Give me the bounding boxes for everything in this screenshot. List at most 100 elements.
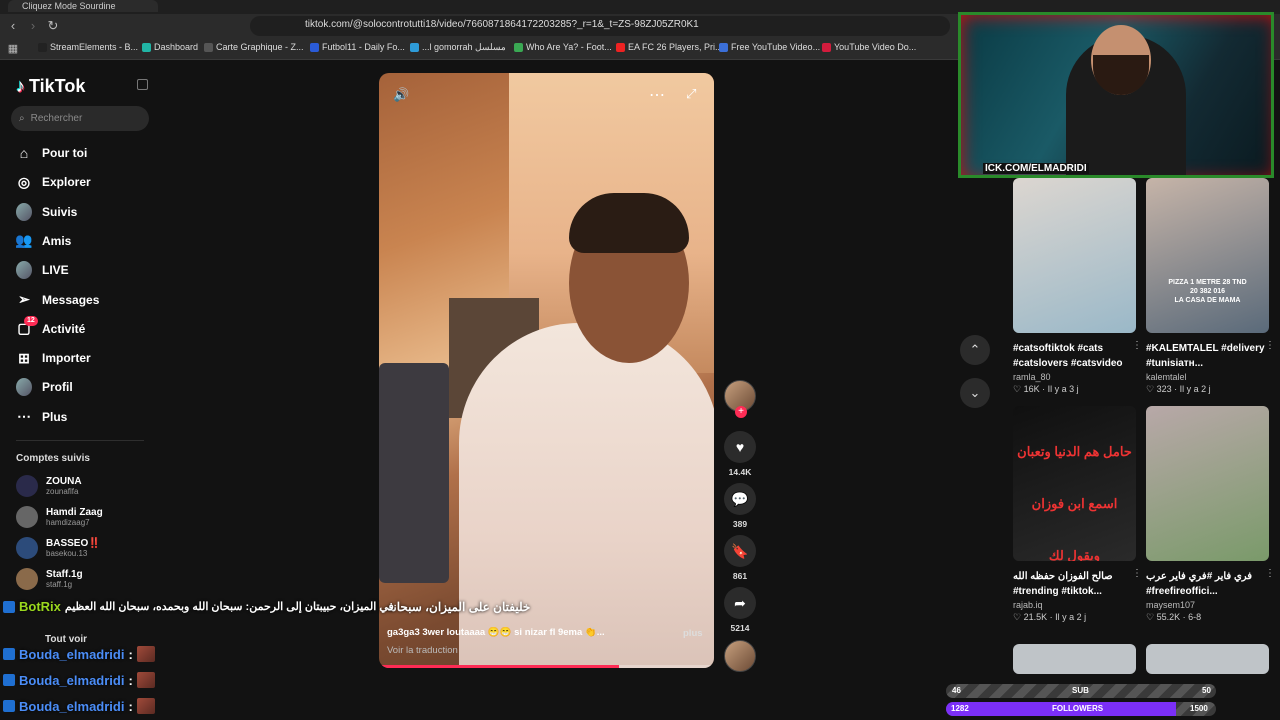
- video-thumbnail[interactable]: [1146, 644, 1269, 674]
- search-bar[interactable]: ⌕: [11, 106, 149, 131]
- video-progress-bar[interactable]: [379, 665, 714, 668]
- friends-icon: 👥: [15, 232, 33, 249]
- comment-icon: 💬: [724, 483, 756, 515]
- video-title[interactable]: #catsoftiktok #cats #catslovers #catsvid…: [1013, 341, 1136, 371]
- followed-account[interactable]: Hamdi Zaag hamdizaag7: [16, 506, 103, 528]
- bookmark-item[interactable]: Futbol11 - Daily Fo...: [310, 42, 405, 52]
- card-more-icon[interactable]: ⋮: [1132, 568, 1142, 579]
- see-all-link[interactable]: Tout voir: [45, 634, 87, 645]
- next-video-chevron-down-icon[interactable]: ⌄: [960, 378, 990, 408]
- video-title[interactable]: #KALEMTALEL #delivery #tunisiaтн...: [1146, 341, 1269, 371]
- forward-icon[interactable]: ›: [24, 17, 42, 35]
- see-translation-link[interactable]: Voir la traduction: [387, 645, 458, 656]
- video-author[interactable]: rajab.iq: [1013, 600, 1136, 610]
- followed-account[interactable]: ZOUNA zounaflfa: [16, 475, 82, 497]
- fullscreen-icon[interactable]: ⤢: [686, 86, 696, 102]
- video-title[interactable]: فري فاير #فري فاير عرب #freefireoffici..…: [1146, 569, 1269, 599]
- follow-plus-icon[interactable]: +: [735, 406, 747, 418]
- video-thumbnail[interactable]: حامل هم الدنيا وتعبان اسمع ابن فوزان ويق…: [1013, 406, 1136, 561]
- nav-item[interactable]: ➢ Messages: [16, 290, 99, 310]
- sub-goal-bar: 46 SUB 50: [946, 684, 1216, 698]
- apps-grid-icon[interactable]: ▦: [4, 40, 22, 58]
- more-options-icon[interactable]: ⋯: [649, 85, 665, 105]
- nav-item[interactable]: Profil: [16, 377, 73, 397]
- bookmark-icon: 🔖: [724, 535, 756, 567]
- video-caption: ga3ga3 3wer loutaaaa 😁😁 si nizar fl 9ema…: [387, 627, 605, 638]
- share-button[interactable]: ➦ 5214: [724, 587, 756, 633]
- account-username: hamdizaag7: [46, 517, 90, 527]
- account-avatar: [16, 568, 38, 590]
- chat-username: Bouda_elmadridi: [19, 646, 125, 662]
- like-button[interactable]: ♥ 14.4K: [724, 431, 756, 477]
- nav-item[interactable]: Suivis: [16, 202, 77, 222]
- recommended-video-card[interactable]: PIZZA 1 METRE 28 TND 20 382 016 LA CASA …: [1146, 178, 1275, 395]
- account-username: basekou.13: [46, 548, 88, 558]
- nav-item[interactable]: ⋯ Plus: [16, 407, 67, 427]
- back-icon[interactable]: ‹: [4, 17, 22, 35]
- video-author[interactable]: ramla_80: [1013, 372, 1136, 382]
- card-more-icon[interactable]: ⋮: [1265, 340, 1275, 351]
- nav-item[interactable]: LIVE: [16, 260, 69, 280]
- logo-text: TikTok: [29, 76, 86, 96]
- bookmark-item[interactable]: ...l gomorrah مسلسل: [410, 42, 506, 53]
- video-thumbnail[interactable]: [1146, 406, 1269, 561]
- video-author[interactable]: kalemtalel: [1146, 372, 1269, 382]
- url-text[interactable]: tiktok.com/@solocontrotutti18/video/7660…: [305, 19, 699, 30]
- video-frame-chair: [379, 363, 449, 583]
- chat-line-botrix: BotRix في الميزان، حبيبتان إلى الرحمن: س…: [3, 599, 394, 614]
- video-posted-time: Il y a 2 j: [1179, 384, 1211, 394]
- video-frame-person-body: [459, 323, 714, 668]
- reload-icon[interactable]: ↻: [44, 17, 62, 35]
- bookmark-label: Free YouTube Video...: [731, 42, 821, 52]
- volume-icon[interactable]: 🔊: [393, 87, 409, 103]
- nav-item[interactable]: ◎ Explorer: [16, 172, 91, 192]
- followed-account[interactable]: BASSEO‼️ basekou.13: [16, 537, 101, 559]
- search-input[interactable]: [30, 113, 131, 124]
- nav-item[interactable]: ▢ 12 Activité: [16, 315, 85, 339]
- creator-avatar-button[interactable]: +: [724, 380, 756, 418]
- video-thumbnail[interactable]: PIZZA 1 METRE 28 TND 20 382 016 LA CASA …: [1146, 178, 1269, 333]
- browser-tab[interactable]: Cliquez Mode Sourdine: [8, 0, 158, 12]
- caption-more-button[interactable]: plus: [683, 628, 703, 639]
- bookmark-item[interactable]: Carte Graphique - Z...: [204, 42, 304, 52]
- video-thumbnail[interactable]: [1013, 644, 1136, 674]
- recommended-video-card[interactable]: حامل هم الدنيا وتعبان اسمع ابن فوزان ويق…: [1013, 406, 1142, 623]
- bookmark-item[interactable]: StreamElements - B...: [38, 42, 138, 52]
- video-player[interactable]: 🔊 ⋯ ⤢ خليفتان على الميزان، سبحانه ga3ga3…: [379, 73, 714, 668]
- nav-item[interactable]: ⌂ Pour toi: [16, 143, 88, 163]
- previous-video-chevron-up-icon[interactable]: ⌃: [960, 335, 990, 365]
- video-title[interactable]: صالح الفوزان حفظه الله #trending #tiktok…: [1013, 569, 1136, 599]
- save-button[interactable]: 🔖 861: [724, 535, 756, 581]
- card-more-icon[interactable]: ⋮: [1132, 340, 1142, 351]
- account-username: zounaflfa: [46, 486, 79, 496]
- more-icon: ⋯: [17, 408, 31, 425]
- chat-username: Bouda_elmadridi: [19, 698, 125, 714]
- recommended-video-card[interactable]: فري فاير #فري فاير عرب #freefireoffici..…: [1146, 406, 1275, 623]
- bookmark-item[interactable]: YouTube Video Do...: [822, 42, 916, 52]
- recommended-video-card[interactable]: #catsoftiktok #cats #catslovers #catsvid…: [1013, 178, 1142, 395]
- bookmark-item[interactable]: EA FC 26 Players, Pri...: [616, 42, 723, 52]
- card-more-icon[interactable]: ⋮: [1265, 568, 1275, 579]
- follower-goal-current: 1282: [951, 704, 969, 713]
- chat-line: Bouda_elmadridi :: [3, 646, 155, 662]
- video-author[interactable]: maysem107: [1146, 600, 1269, 610]
- bookmark-item[interactable]: Free YouTube Video...: [719, 42, 820, 52]
- bookmark-favicon-icon: [38, 42, 47, 52]
- account-username: staff.1g: [46, 579, 73, 589]
- recommended-video-card[interactable]: [1013, 644, 1136, 674]
- chat-line: Bouda_elmadridi :: [3, 672, 155, 688]
- nav-item[interactable]: ⊞ Importer: [16, 348, 91, 368]
- bookmark-item[interactable]: Dashboard: [142, 42, 198, 52]
- tiktok-logo[interactable]: ♪ TikTok: [16, 76, 85, 97]
- video-thumbnail[interactable]: [1013, 178, 1136, 333]
- sound-disc-button[interactable]: [724, 640, 756, 672]
- recommended-video-card[interactable]: [1146, 644, 1269, 674]
- collapse-sidebar-icon[interactable]: [137, 79, 148, 90]
- nav-item[interactable]: 👥 Amis: [15, 231, 71, 251]
- nav-item-label: Profil: [42, 380, 73, 395]
- bookmark-label: Dashboard: [154, 42, 199, 52]
- sub-goal-fill: [946, 684, 1194, 698]
- comment-button[interactable]: 💬 389: [724, 483, 756, 529]
- followed-account[interactable]: Staff.1g staff.1g: [16, 568, 83, 590]
- bookmark-item[interactable]: Who Are Ya? - Foot...: [514, 42, 612, 52]
